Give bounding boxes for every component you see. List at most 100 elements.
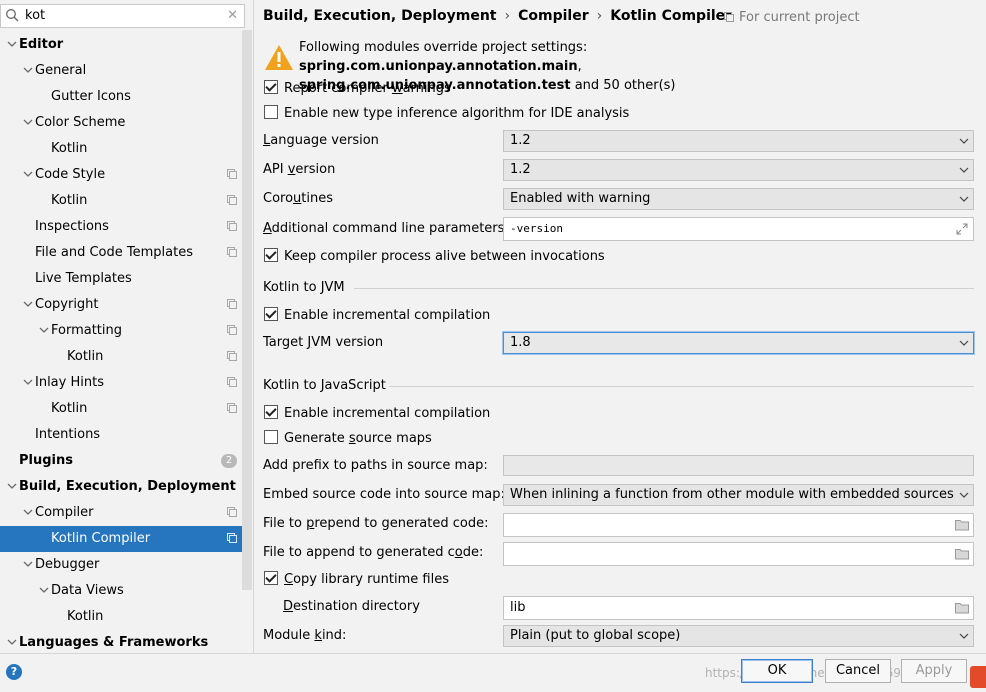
settings-content-panel: Build, Execution, Deployment › Compiler › Ko… [254, 0, 986, 653]
tree-item[interactable]: Kotlin [0, 188, 245, 214]
tree-item[interactable]: Intentions [0, 422, 245, 448]
copy-runtime-checkbox[interactable]: Copy library runtime files [264, 571, 449, 589]
tree-item[interactable]: Code Style [0, 162, 245, 188]
tree-item[interactable]: Data Views [0, 578, 245, 604]
tree-item[interactable]: Gutter Icons [0, 84, 245, 110]
chevron-down-icon[interactable] [22, 292, 34, 318]
tree-item[interactable]: File and Code Templates [0, 240, 245, 266]
checkbox-box[interactable] [264, 571, 278, 585]
cancel-button[interactable]: Cancel [825, 659, 891, 683]
breadcrumb: Build, Execution, Deployment › Compiler › Ko… [263, 8, 732, 24]
keep-alive-checkbox[interactable]: Keep compiler process alive between invo… [264, 248, 605, 266]
language-version-select[interactable]: 1.2 [503, 130, 974, 152]
additional-params-input[interactable]: -version [503, 217, 974, 241]
coroutines-select[interactable]: Enabled with warning [503, 188, 974, 210]
expand-icon[interactable] [956, 223, 968, 235]
project-copy-icon [227, 325, 237, 335]
chevron-down-icon[interactable] [6, 474, 18, 500]
breadcrumb-separator: › [596, 8, 603, 24]
settings-sidebar: kot ✕ Editor General Gutter Icons Color Sch… [0, 0, 254, 653]
module-kind-select[interactable]: Plain (put to global scope) [503, 625, 974, 647]
tree-item-label: File and Code Templates [35, 245, 193, 260]
search-icon [6, 9, 19, 22]
breadcrumb-item: Kotlin Compiler [610, 8, 733, 24]
source-maps-checkbox[interactable]: Generate source maps [264, 430, 432, 448]
tree-item-label: Formatting [51, 323, 123, 338]
checkbox-box[interactable] [264, 405, 278, 419]
override-module-link[interactable]: spring.com.unionpay.annotation.main [299, 59, 578, 74]
tree-item-label: Gutter Icons [51, 89, 131, 104]
chevron-down-icon[interactable] [22, 162, 34, 188]
tree-item[interactable]: Live Templates [0, 266, 245, 292]
tree-item-label: Editor [19, 37, 64, 52]
prefix-paths-label: Add prefix to paths in source map: [263, 458, 488, 473]
tree-item[interactable]: Inspections [0, 214, 245, 240]
chevron-down-icon[interactable] [38, 318, 50, 344]
report-warnings-checkbox[interactable]: Report compiler warnings [264, 80, 451, 98]
tree-item[interactable]: Build, Execution, Deployment [0, 474, 245, 500]
project-copy-icon [227, 299, 237, 309]
tree-item[interactable]: Kotlin Compiler [0, 526, 245, 552]
chevron-down-icon[interactable] [6, 32, 18, 58]
tree-item[interactable]: General [0, 58, 245, 84]
tree-item[interactable]: Languages & Frameworks [0, 630, 245, 653]
tree-item-label: Code Style [35, 167, 106, 182]
tree-item[interactable]: Plugins 2 [0, 448, 245, 474]
tree-item[interactable]: Color Scheme [0, 110, 245, 136]
tree-item[interactable]: Copyright [0, 292, 245, 318]
tree-item-label: Copyright [35, 297, 99, 312]
embed-source-select[interactable]: When inlining a function from other modu… [503, 484, 974, 506]
jvm-incremental-checkbox[interactable]: Enable incremental compilation [264, 307, 490, 325]
target-jvm-select[interactable]: 1.8 [503, 332, 974, 354]
checkbox-box[interactable] [264, 307, 278, 321]
csdn-logo-icon [970, 666, 986, 688]
clear-search-icon[interactable]: ✕ [227, 8, 238, 23]
dialog-button-bar: ? https://blog.csdn.net/weixin_36990041 … [0, 653, 986, 692]
tree-item[interactable]: Kotlin [0, 136, 245, 162]
project-copy-icon [724, 12, 734, 22]
chevron-down-icon [959, 633, 969, 639]
breadcrumb-item[interactable]: Build, Execution, Deployment [263, 8, 497, 24]
chevron-down-icon[interactable] [22, 110, 34, 136]
chevron-down-icon[interactable] [22, 370, 34, 396]
checkbox-box[interactable] [264, 105, 278, 119]
folder-icon[interactable] [955, 519, 969, 531]
new-inference-checkbox[interactable]: Enable new type inference algorithm for … [264, 105, 629, 123]
folder-icon[interactable] [955, 602, 969, 614]
checkbox-box[interactable] [264, 80, 278, 94]
tree-item[interactable]: Editor [0, 32, 245, 58]
prepend-file-input[interactable] [503, 513, 974, 537]
tree-item[interactable]: Kotlin [0, 344, 245, 370]
project-copy-icon [227, 377, 237, 387]
sidebar-scrollbar[interactable] [242, 30, 252, 590]
additional-params-label: Additional command line parameters: [263, 221, 509, 236]
tree-item[interactable]: Inlay Hints [0, 370, 245, 396]
kotlin-js-section-title: Kotlin to JavaScript [263, 378, 386, 393]
tree-item[interactable]: Kotlin [0, 396, 245, 422]
chevron-down-icon[interactable] [38, 578, 50, 604]
tree-item-label: Kotlin [67, 609, 104, 624]
chevron-down-icon[interactable] [6, 630, 18, 653]
tree-item-label: Data Views [51, 583, 124, 598]
settings-search-input[interactable]: kot ✕ [0, 4, 245, 28]
apply-button[interactable]: Apply [901, 659, 967, 683]
target-jvm-label: Target JVM version [263, 335, 384, 350]
tree-item[interactable]: Debugger [0, 552, 245, 578]
help-button[interactable]: ? [6, 664, 22, 680]
chevron-down-icon[interactable] [22, 500, 34, 526]
api-version-select[interactable]: 1.2 [503, 159, 974, 181]
folder-icon[interactable] [955, 548, 969, 560]
chevron-down-icon[interactable] [22, 58, 34, 84]
chevron-down-icon[interactable] [22, 552, 34, 578]
tree-item[interactable]: Kotlin [0, 604, 245, 630]
checkbox-box[interactable] [264, 430, 278, 444]
append-file-input[interactable] [503, 542, 974, 566]
tree-item[interactable]: Formatting [0, 318, 245, 344]
language-version-label: Language version [263, 133, 379, 148]
tree-item[interactable]: Compiler [0, 500, 245, 526]
breadcrumb-item[interactable]: Compiler [518, 8, 589, 24]
js-incremental-checkbox[interactable]: Enable incremental compilation [264, 405, 490, 423]
checkbox-box[interactable] [264, 248, 278, 262]
ok-button[interactable]: OK [741, 659, 813, 683]
destination-dir-input[interactable]: lib [503, 596, 974, 620]
